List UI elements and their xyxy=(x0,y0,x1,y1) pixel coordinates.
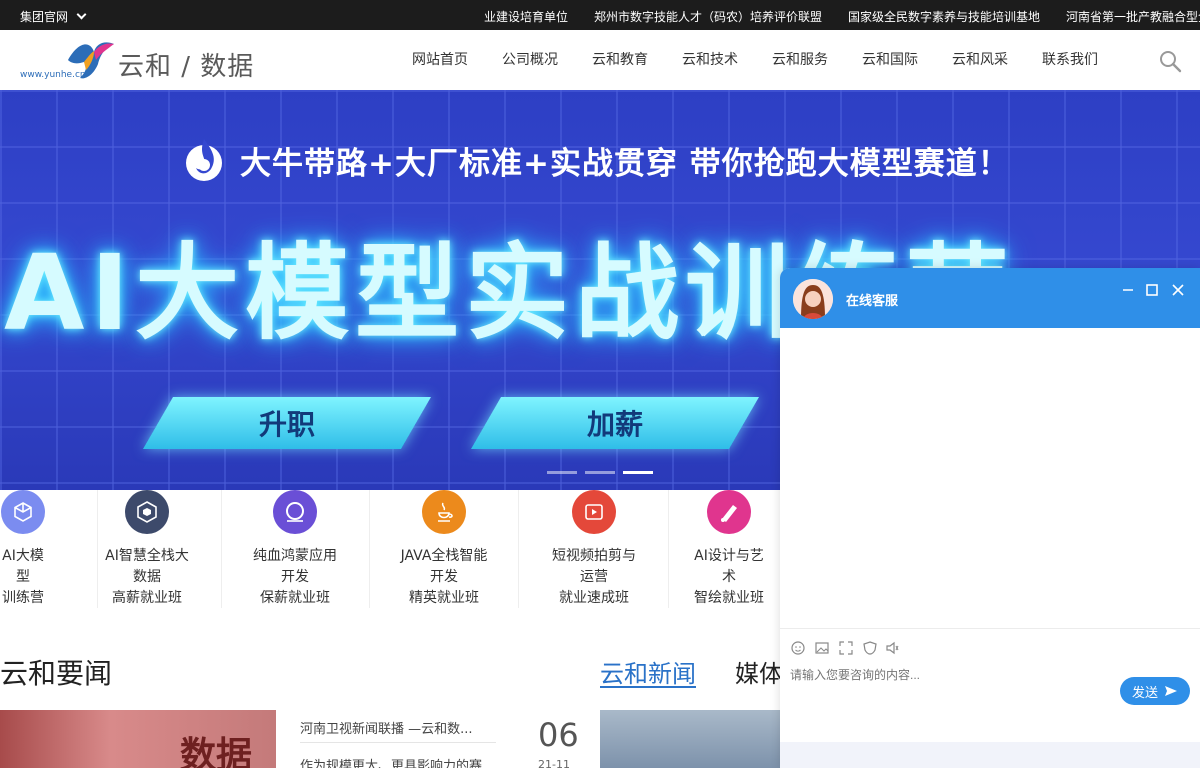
banner-tag-raise: 加薪 xyxy=(470,397,760,449)
course-title-text: 纯血鸿蒙应用 开发 保薪就业班 xyxy=(253,548,337,606)
ring-icon xyxy=(273,490,317,534)
news-summary[interactable]: 作为规模更大、更具影响力的赛 xyxy=(300,755,496,768)
banner-tag-label: 升职 xyxy=(258,408,315,441)
nav-item-service[interactable]: 云和服务 xyxy=(755,30,845,90)
banner-slogan: 大牛带路+大厂标准+实战贯穿 带你抢跑大模型赛道！ xyxy=(240,146,1010,182)
chat-toolbar xyxy=(780,628,1200,664)
course-title: 纯血鸿蒙应用 开发 保薪就业班 xyxy=(220,546,370,609)
rating-icon[interactable] xyxy=(862,640,878,656)
cube-icon xyxy=(1,490,45,534)
send-arrow-icon xyxy=(1165,686,1177,696)
top-link[interactable]: 河南省第一批产教融合型企 xyxy=(1066,8,1200,25)
news-thumbnail-text: 数据 xyxy=(180,735,253,768)
banner-tag-promotion: 升职 xyxy=(142,397,432,449)
news-thumbnail[interactable]: 数据 xyxy=(0,710,276,768)
tab-company-news[interactable]: 云和新闻 xyxy=(600,654,696,689)
live-chat-widget: 在线客服 发送 xyxy=(780,268,1200,768)
send-label: 发送 xyxy=(1131,685,1158,701)
news-headline[interactable]: 河南卫视新闻联播 —云和数... xyxy=(300,718,496,737)
search-icon[interactable] xyxy=(1158,49,1182,73)
tab-media[interactable]: 媒体 xyxy=(735,654,783,689)
banner-tag-label: 加薪 xyxy=(586,408,643,441)
flame-logo-icon xyxy=(186,139,222,181)
top-link[interactable]: 国家级全民数字素养与技能培训基地 xyxy=(848,8,1040,25)
news-divider xyxy=(300,742,496,743)
chat-title: 在线客服 xyxy=(846,294,899,309)
brush-icon xyxy=(707,490,751,534)
tab-active-underline xyxy=(600,686,696,688)
chat-header: 在线客服 xyxy=(780,268,1200,328)
news-thumbnail-2[interactable] xyxy=(600,710,780,768)
nav-item-contact[interactable]: 联系我们 xyxy=(1025,30,1115,90)
sound-icon[interactable] xyxy=(884,640,900,656)
top-link[interactable]: 郑州市数字技能人才（码农）培养评价联盟 xyxy=(594,8,822,25)
top-link[interactable]: 业建设培育单位 xyxy=(484,8,568,25)
carousel-dots xyxy=(547,471,653,474)
nav-item-home[interactable]: 网站首页 xyxy=(395,30,485,90)
group-site-label: 集团官网 xyxy=(20,10,69,24)
chat-footer xyxy=(780,742,1200,768)
site-logo[interactable]: www.yunhe.cn 云和 / 数据 xyxy=(20,38,260,84)
hexagon-icon xyxy=(125,490,169,534)
main-nav: 网站首页 公司概况 云和教育 云和技术 云和服务 云和国际 云和风采 联系我们 xyxy=(395,30,1115,90)
logo-url: www.yunhe.cn xyxy=(20,70,86,80)
screenshot-icon[interactable] xyxy=(838,640,854,656)
chat-message-input[interactable] xyxy=(790,668,1090,682)
nav-item-technology[interactable]: 云和技术 xyxy=(665,30,755,90)
top-links: 业建设培育单位 郑州市数字技能人才（码农）培养评价联盟 国家级全民数字素养与技能… xyxy=(484,8,1200,25)
course-title: AI智慧全栈大 数据 高薪就业班 xyxy=(72,546,222,609)
carousel-dot[interactable] xyxy=(585,471,615,474)
course-title: JAVA全栈智能 开发 精英就业班 xyxy=(369,546,519,609)
course-title-text: 短视频拍剪与 运营 就业速成班 xyxy=(552,548,636,606)
carousel-dot-active[interactable] xyxy=(623,471,653,474)
chevron-down-icon xyxy=(76,9,87,20)
section-title-news: 云和要闻 xyxy=(0,657,113,690)
nav-item-gallery[interactable]: 云和风采 xyxy=(935,30,1025,90)
chat-messages[interactable] xyxy=(780,328,1200,628)
group-site-dropdown[interactable]: 集团官网 xyxy=(20,8,87,25)
java-icon xyxy=(422,490,466,534)
course-card-short-video[interactable]: 短视频拍剪与 运营 就业速成班 xyxy=(519,490,669,608)
course-title: 短视频拍剪与 运营 就业速成班 xyxy=(519,546,669,609)
top-bar: 集团官网 业建设培育单位 郑州市数字技能人才（码农）培养评价联盟 国家级全民数字… xyxy=(0,0,1200,30)
minimize-icon[interactable] xyxy=(1120,282,1136,298)
nav-item-international[interactable]: 云和国际 xyxy=(845,30,935,90)
send-button[interactable]: 发送 xyxy=(1120,677,1190,705)
course-card-big-data[interactable]: AI智慧全栈大 数据 高薪就业班 xyxy=(72,490,222,608)
course-card-java[interactable]: JAVA全栈智能 开发 精英就业班 xyxy=(369,490,519,608)
course-strip: AI大模 型 训练营 AI智慧全栈大 数据 高薪就业班 纯血鸿蒙应用 开发 保薪… xyxy=(0,490,780,608)
logo-name: 云和 / 数据 xyxy=(118,52,255,82)
site-header: www.yunhe.cn 云和 / 数据 网站首页 公司概况 云和教育 云和技术… xyxy=(0,30,1200,90)
video-icon xyxy=(572,490,616,534)
nav-item-about[interactable]: 公司概况 xyxy=(485,30,575,90)
emoji-icon[interactable] xyxy=(790,640,806,656)
image-icon[interactable] xyxy=(814,640,830,656)
agent-avatar xyxy=(793,279,833,319)
course-card-harmonyos[interactable]: 纯血鸿蒙应用 开发 保薪就业班 xyxy=(220,490,370,608)
close-icon[interactable] xyxy=(1170,282,1186,298)
course-title-text: AI智慧全栈大 数据 高薪就业班 xyxy=(105,548,189,606)
course-title-text: JAVA全栈智能 开发 精英就业班 xyxy=(400,548,488,606)
nav-item-education[interactable]: 云和教育 xyxy=(575,30,665,90)
news-day: 06 xyxy=(538,716,579,754)
news-date: 21-11 xyxy=(538,758,570,768)
carousel-dot[interactable] xyxy=(547,471,577,474)
maximize-icon[interactable] xyxy=(1144,282,1160,298)
